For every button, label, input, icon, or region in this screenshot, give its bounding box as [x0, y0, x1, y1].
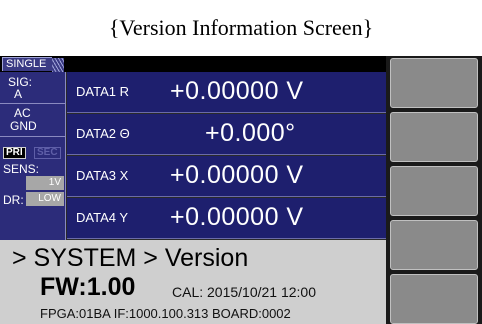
data-row-1: DATA1 R +0.00000 V	[67, 72, 386, 113]
softkey-4[interactable]	[390, 220, 478, 270]
status-sidebar: SIG: A AC GND PRI SEC SENS: 1V DR: LOW	[0, 72, 66, 240]
data-value: +0.00000 V	[170, 77, 304, 105]
softkey-2[interactable]	[390, 112, 478, 162]
data-value: +0.000°	[205, 119, 296, 147]
hardware-info: FPGA:01BA IF:1000.100.313 BOARD:0002	[40, 306, 291, 321]
breadcrumb: > SYSTEM > Version	[12, 244, 249, 272]
sens-value: 1V	[26, 176, 64, 190]
data-row-4: DATA4 Y +0.00000 V	[67, 198, 386, 239]
softkey-1[interactable]	[390, 58, 478, 108]
mode-tab-single[interactable]: SINGLE	[2, 57, 64, 72]
sec-chip: SEC	[34, 147, 61, 159]
page-caption: {Version Information Screen}	[108, 15, 374, 40]
sidebar-divider	[0, 103, 66, 104]
header-bar: SINGLE	[0, 56, 386, 72]
data-label: DATA2 Θ	[76, 126, 130, 141]
sidebar-divider	[0, 136, 66, 137]
pri-chip: PRI	[3, 147, 26, 159]
mode-tab-label: SINGLE	[6, 58, 47, 70]
data-row-3: DATA3 X +0.00000 V	[67, 156, 386, 197]
data-value: +0.00000 V	[170, 161, 304, 189]
softkey-column	[386, 56, 482, 324]
softkey-5[interactable]	[390, 274, 478, 324]
dr-value: LOW	[26, 192, 64, 206]
data-label: DATA3 X	[76, 168, 129, 183]
data-label: DATA4 Y	[76, 210, 129, 225]
dr-label: DR:	[3, 193, 24, 207]
tab-stripes-decoration	[52, 58, 64, 72]
data-value: +0.00000 V	[170, 203, 304, 231]
system-info-panel: > SYSTEM > Version FW:1.00 CAL: 2015/10/…	[0, 240, 386, 324]
firmware-version: FW:1.00	[40, 273, 136, 301]
calibration-date: CAL: 2015/10/21 12:00	[172, 284, 317, 300]
sig-value: A	[14, 87, 23, 101]
softkey-3[interactable]	[390, 166, 478, 216]
data-label: DATA1 R	[76, 84, 129, 99]
sens-label: SENS:	[3, 162, 40, 176]
data-row-2: DATA2 Θ +0.000°	[67, 114, 386, 155]
instrument-screen: SINGLE SIG: A AC GND PRI SEC SENS: 1V DR…	[0, 56, 482, 324]
coupling-gnd: GND	[10, 119, 37, 133]
